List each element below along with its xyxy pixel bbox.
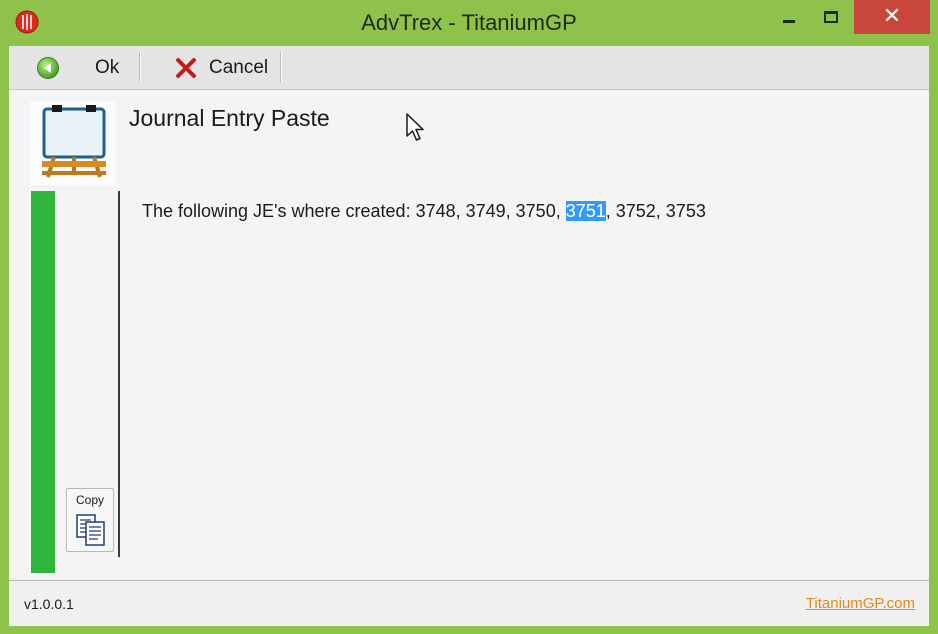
toolbar-separator — [280, 52, 282, 82]
easel-board-icon — [30, 101, 116, 185]
selected-text[interactable]: 3751 — [565, 201, 606, 221]
version-label: v1.0.0.1 — [24, 596, 74, 612]
app-window: AdvTrex - TitaniumGP ✕ Ok Cancel Journal… — [0, 0, 938, 634]
cancel-button[interactable]: Cancel — [173, 46, 279, 90]
divider-line — [118, 191, 120, 557]
minimize-button[interactable] — [770, 0, 808, 34]
toolbar: Ok Cancel — [9, 46, 929, 90]
close-icon: ✕ — [882, 4, 902, 29]
toolbar-separator — [139, 52, 141, 82]
maximize-icon — [824, 11, 838, 23]
mouse-cursor-icon — [406, 113, 424, 141]
ok-label: Ok — [95, 57, 120, 78]
copy-button[interactable]: Copy — [66, 488, 114, 552]
copy-documents-icon — [76, 514, 105, 546]
maximize-button[interactable] — [812, 0, 850, 34]
cancel-label: Cancel — [209, 57, 269, 78]
close-button[interactable]: ✕ — [854, 0, 930, 34]
status-indicator-bar — [31, 191, 55, 573]
cancel-x-icon — [173, 55, 199, 81]
copy-label: Copy — [75, 493, 104, 507]
message-text: The following JE's where created: 3748, … — [142, 201, 566, 221]
status-footer: v1.0.0.1 TitaniumGP.com — [9, 580, 929, 626]
ok-button[interactable]: Ok — [37, 46, 137, 90]
result-message[interactable]: The following JE's where created: 3748, … — [142, 201, 706, 222]
main-panel: Journal Entry Paste The following JE's w… — [9, 91, 929, 579]
message-text-end: , 3752, 3753 — [605, 201, 706, 221]
back-arrow-icon — [37, 57, 59, 79]
minimize-icon — [783, 19, 795, 23]
title-bar[interactable]: AdvTrex - TitaniumGP ✕ — [0, 0, 938, 44]
website-link[interactable]: TitaniumGP.com — [806, 595, 915, 612]
page-title: Journal Entry Paste — [129, 105, 330, 131]
client-area: Ok Cancel Journal Entry Paste The follow… — [9, 46, 929, 626]
